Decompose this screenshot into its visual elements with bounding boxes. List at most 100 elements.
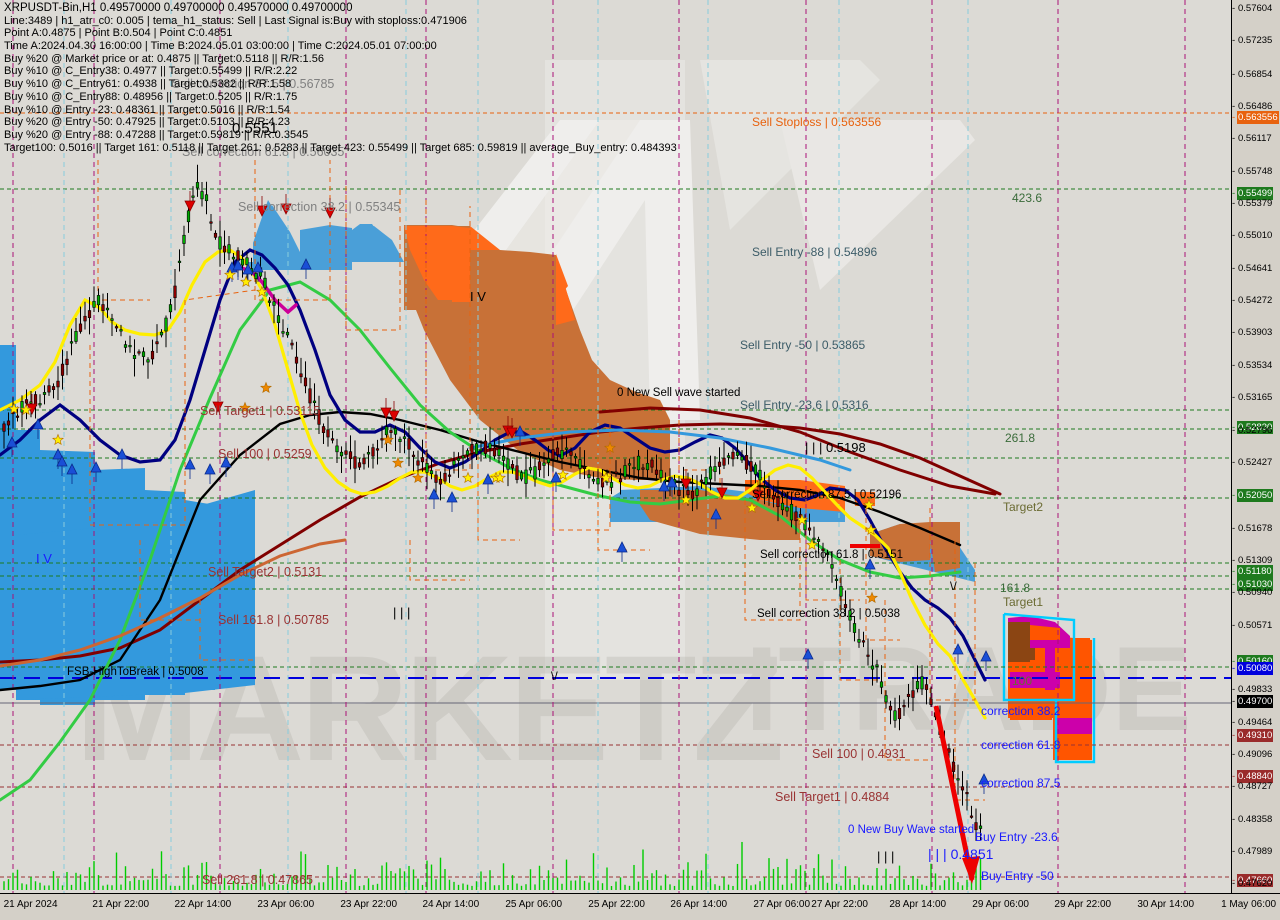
- header-line-8: Buy %10 @ Entry -23: 0.48361 || Target:0…: [4, 103, 290, 116]
- time-tick-label: 29 Apr 06:00: [972, 899, 1029, 910]
- price-tick: -0.52427: [1232, 456, 1272, 469]
- annotation-roman-v-mid: \/: [950, 579, 957, 593]
- price-tick-label: 0.57235: [1238, 35, 1273, 47]
- time-tick-label: 25 Apr 06:00: [505, 899, 563, 910]
- annotation-buy-entry-50: Buy Entry -50: [981, 869, 1054, 883]
- annotation-sell-target1-low: Sell Target1 | 0.4884: [775, 790, 890, 804]
- price-tick-label: 0.52796: [1238, 424, 1273, 436]
- annotation-sell-stoploss: Sell Stoploss | 0.563556: [752, 115, 882, 129]
- annotation-roman-iii-low: | | |: [877, 849, 895, 864]
- annotation-sell-target1: Sell Target1 | 0.53115: [200, 404, 321, 418]
- price-tick: -0.50940: [1232, 586, 1272, 599]
- annotation-target-100: 100: [1012, 674, 1033, 688]
- price-tick-label: 0.49096: [1238, 748, 1273, 760]
- annotation-sell-2618: Sell 261.8 | 0.47865: [202, 873, 313, 887]
- annotation-sell-100: Sell 100 | 0.5259: [218, 447, 312, 461]
- time-tick-label: 25 Apr 22:00: [588, 899, 645, 910]
- price-tick: -0.53903: [1232, 326, 1272, 339]
- header-line-9: Buy %20 @ Entry -50: 0.47925 || Target:0…: [4, 116, 290, 129]
- price-tick: -0.55010: [1232, 229, 1272, 242]
- annotation-buy-entry-236: Buy Entry -23.6: [975, 830, 1058, 844]
- price-tick: -0.56854: [1232, 68, 1272, 81]
- time-tick-label: 23 Apr 22:00: [340, 899, 398, 910]
- annotation-sell-entry-50: Sell Entry -50 | 0.53865: [740, 338, 866, 352]
- price-tick-label: 0.48358: [1238, 813, 1273, 825]
- time-tick-label: 21 Apr 2024: [3, 899, 58, 910]
- time-tick-label: 26 Apr 14:00: [670, 899, 728, 910]
- price-tick: -0.53534: [1232, 359, 1272, 372]
- price-tick: -0.52796: [1232, 424, 1272, 437]
- price-tick: -0.49464: [1232, 716, 1272, 729]
- price-tick-label: 0.56117: [1238, 133, 1272, 145]
- price-tick: -0.51180: [1232, 565, 1273, 579]
- price-tick-label: 0.55010: [1238, 230, 1273, 242]
- header-line-0: XRPUSDT-Bin,H1 0.49570000 0.49700000 0.4…: [4, 2, 353, 14]
- price-tick: -0.56117: [1232, 132, 1272, 145]
- price-tick-label: 0.57604: [1238, 2, 1273, 14]
- annotation-sell-correction-618-mid: Sell correction 61.8 | 0.5151: [760, 549, 903, 561]
- annotation-roman-iii-mid: | | |: [393, 605, 411, 620]
- annotation-level-0-5198: | | | 0.5198: [805, 440, 866, 455]
- price-tick: -0.57604: [1232, 2, 1272, 15]
- annotation-target-2618: 261.8: [1005, 431, 1036, 445]
- price-tick-label: 0.50080: [1237, 661, 1274, 675]
- header-line-5: Buy %10 @ C_Entry38: 0.4977 || Target:0.…: [4, 65, 298, 78]
- time-tick-label: 24 Apr 14:00: [422, 899, 480, 910]
- price-tick-label: 0.53165: [1238, 392, 1273, 404]
- price-tick-label: 0.54641: [1238, 262, 1273, 274]
- price-tick: -0.52050: [1232, 488, 1274, 502]
- price-tick: -0.49310: [1232, 729, 1274, 743]
- price-tick-label: 0.49310: [1237, 729, 1274, 743]
- annotation-new-buy-wave: 0 New Buy Wave started: [848, 824, 975, 836]
- price-tick-label: 0.51180: [1237, 565, 1273, 579]
- price-axis[interactable]: -0.57604-0.57235-0.56854-0.56486-0.56355…: [1231, 0, 1280, 894]
- annotation-sell-entry-236: Sell Entry -23.6 | 0.5316: [740, 398, 869, 412]
- price-tick: -0.54272: [1232, 294, 1272, 307]
- price-tick-label: 0.56854: [1238, 68, 1273, 80]
- price-tick-label: 0.51678: [1238, 522, 1273, 534]
- header-line-7: Buy %10 @ C_Entry88: 0.48956 || Target:0…: [4, 90, 298, 103]
- price-tick: -0.47620: [1232, 877, 1272, 890]
- price-tick: -0.49700: [1232, 695, 1274, 709]
- annotation-new-sell-wave: 0 New Sell wave started: [617, 387, 741, 399]
- price-tick: -0.48358: [1232, 813, 1272, 826]
- time-tick-label: 27 Apr 06:00: [753, 899, 811, 910]
- annotation-correction-618: correction 61.8: [981, 738, 1061, 752]
- header-line-6: Buy %10 @ C_Entry61: 0.4938 || Target:0.…: [4, 78, 292, 91]
- price-tick-label: 0.50571: [1238, 619, 1273, 631]
- annotation-sell-correction-875-mid: Sell correction 87.5 | 0.52196: [752, 489, 902, 501]
- header-line-4: Buy %20 @ Market price or at: 0.4875 || …: [4, 52, 324, 65]
- time-tick-label: 1 May 06:00: [1221, 899, 1277, 910]
- price-tick: -0.53165: [1232, 391, 1272, 404]
- price-tick-label: 0.52427: [1238, 456, 1273, 468]
- price-tick-label: 0.49700: [1237, 695, 1274, 709]
- time-tick-label: 21 Apr 22:00: [92, 899, 150, 910]
- time-tick-label: 29 Apr 22:00: [1054, 899, 1112, 910]
- annotation-roman-iv-right: I V: [470, 289, 486, 304]
- time-tick-label: 22 Apr 14:00: [174, 899, 232, 910]
- price-tick-label: 0.50940: [1238, 587, 1273, 599]
- price-tick: -0.55379: [1232, 197, 1272, 210]
- annotation-target-1618: 161.8: [1000, 581, 1031, 595]
- header-line-11: Target100: 0.5016 || Target 161: 0.5118 …: [4, 141, 677, 154]
- chart-info-header: XRPUSDT-Bin,H1 0.49570000 0.49700000 0.4…: [4, 2, 677, 154]
- time-axis[interactable]: 21 Apr 2024 21 Apr 22:00 22 Apr 14:00 23 Ap…: [0, 893, 1280, 920]
- price-tick: -0.57235: [1232, 34, 1272, 47]
- price-tick: -0.50080: [1232, 661, 1274, 675]
- price-tick-label: 0.52050: [1237, 488, 1274, 502]
- time-tick-label: 23 Apr 06:00: [257, 899, 315, 910]
- annotation-target-4236: 423.6: [1012, 191, 1043, 205]
- chart-plot-area[interactable]: MARKETZ ITRADE XRPUSDT-Bin,H1 0.49570000…: [0, 0, 1232, 894]
- annotation-target1: Target1: [1003, 595, 1044, 609]
- price-tick-label: 0.53534: [1238, 359, 1273, 371]
- price-tick: -0.55748: [1232, 165, 1272, 178]
- time-tick-label: 28 Apr 14:00: [889, 899, 947, 910]
- annotation-sell-target2: Sell Target2 | 0.5131: [208, 565, 323, 579]
- header-line-3: Time A:2024.04.30 16:00:00 | Time B:2024…: [4, 40, 437, 53]
- price-tick: -0.54641: [1232, 262, 1272, 275]
- annotation-correction-875: correction 87.5: [981, 776, 1061, 790]
- header-line-10: Buy %20 @ Entry -88: 0.47288 || Target:0…: [4, 128, 309, 141]
- price-tick: -0.50571: [1232, 619, 1272, 632]
- price-tick-label: 0.49464: [1238, 716, 1273, 728]
- header-line-2: Point A:0.4875 | Point B:0.504 | Point C…: [4, 27, 233, 40]
